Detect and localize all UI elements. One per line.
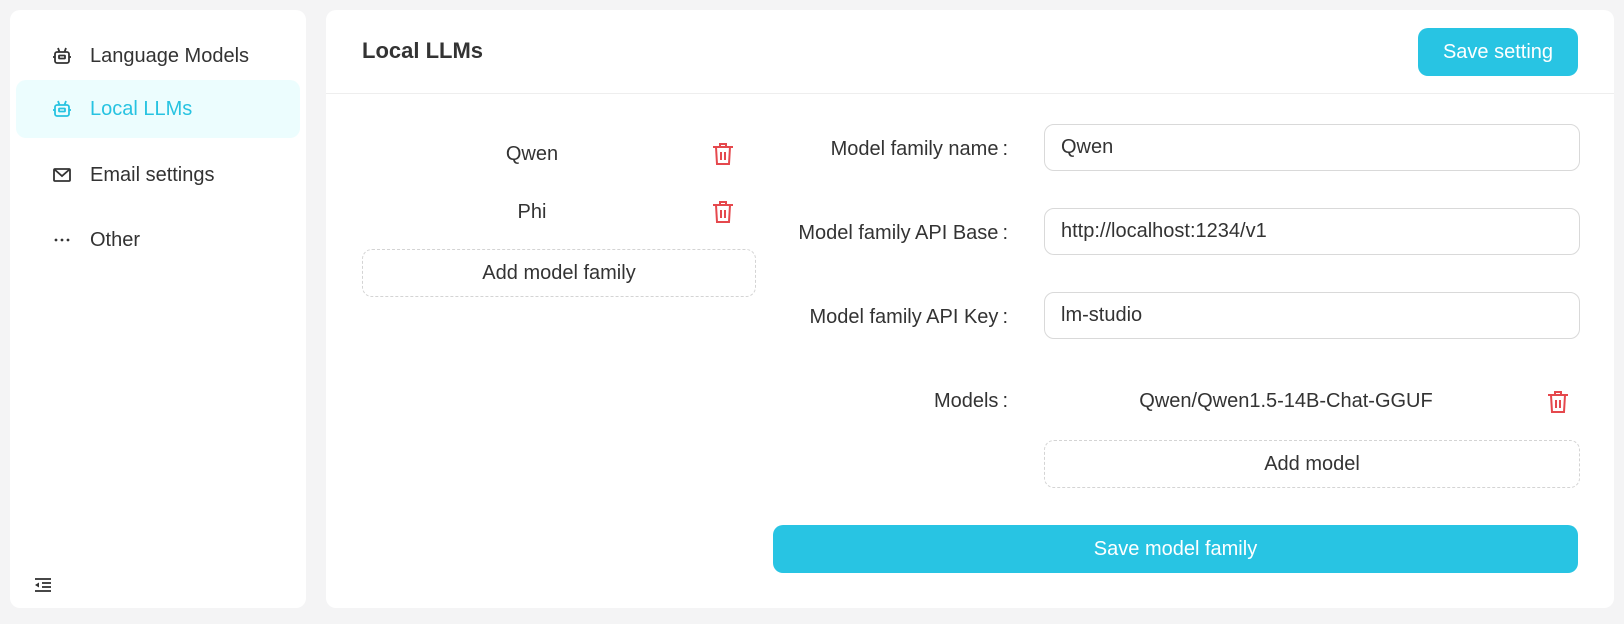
model-family-api-key-input[interactable] [1044,292,1580,339]
save-setting-button[interactable]: Save setting [1418,28,1578,76]
label-text: Models [933,390,999,412]
family-list-item[interactable]: Qwen [362,135,756,175]
sidebar-item-label: Email settings [90,163,215,186]
robot-icon [52,99,72,119]
family-list-item[interactable]: Phi [362,193,756,233]
label-colon: : [1002,138,1008,160]
label-colon: : [1002,222,1008,244]
main-header: Local LLMs Save setting [326,10,1614,94]
delete-icon[interactable] [712,200,734,224]
robot-icon [52,46,72,66]
mail-icon [52,165,72,185]
model-family-api-base-input[interactable] [1044,208,1580,255]
family-name[interactable]: Phi [362,201,702,224]
model-family-api-base-label: Model family API Base: [704,222,1008,245]
model-list-item: Qwen/Qwen1.5-14B-Chat-GGUF [1139,390,1433,412]
add-model-family-button[interactable]: Add model family [362,249,756,297]
delete-icon[interactable] [1547,390,1569,414]
sidebar: Language Models Local LLMs Email setting… [10,10,306,608]
sidebar-item-language-models[interactable]: Language Models [16,27,300,85]
label-colon: : [1002,390,1008,412]
label-text: Model family name [830,138,999,160]
label-text: Model family API Base [798,222,999,244]
sidebar-item-label: Language Models [90,44,250,67]
sidebar-item-local-llms[interactable]: Local LLMs [16,80,300,138]
sidebar-item-label: Other [90,228,141,251]
page-title: Local LLMs [362,38,484,63]
menu-fold-icon[interactable] [34,576,54,596]
label-text: Model family API Key [809,306,999,328]
sidebar-item-email-settings[interactable]: Email settings [16,146,300,204]
add-model-button[interactable]: Add model [1044,440,1580,488]
model-family-name-input[interactable] [1044,124,1580,171]
main-panel: Local LLMs Save setting Qwen Phi Add mod… [326,10,1614,608]
sidebar-item-other[interactable]: Other [16,211,300,269]
sidebar-item-label: Local LLMs [90,97,193,120]
model-family-name-label: Model family name: [704,138,1008,161]
save-model-family-button[interactable]: Save model family [773,525,1578,573]
ellipsis-icon [52,230,72,250]
models-label: Models: [704,390,1008,413]
label-colon: : [1002,306,1008,328]
model-family-api-key-label: Model family API Key: [704,306,1008,329]
family-name[interactable]: Qwen [362,143,702,166]
